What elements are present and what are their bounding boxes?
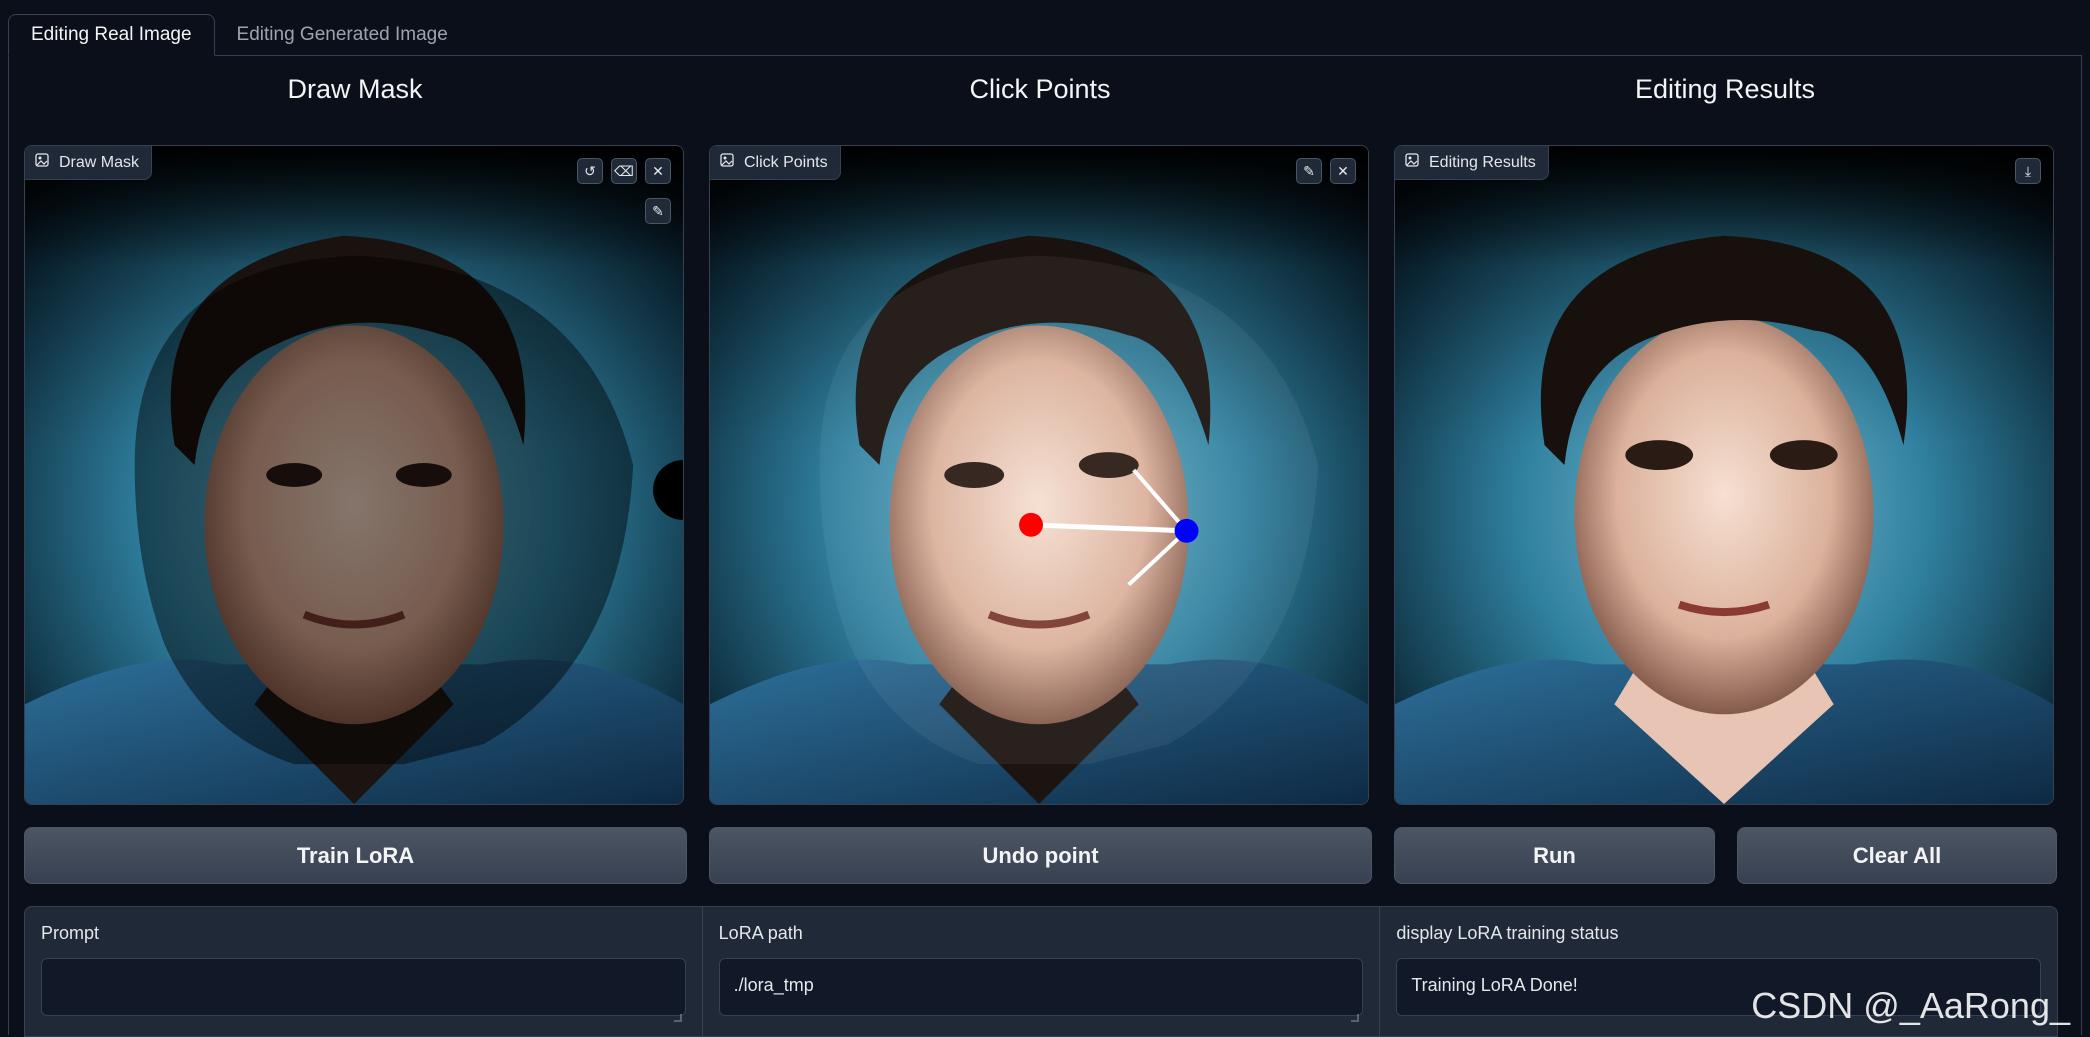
download-icon[interactable]: ⤓ — [2015, 158, 2041, 184]
portrait-image — [25, 146, 683, 804]
editing-results-image: Editing Results ⤓ — [1394, 145, 2054, 805]
draw-mask-toolbar: ↺ ⌫ ✕ — [577, 158, 671, 184]
editing-results-label-text: Editing Results — [1429, 153, 1536, 171]
editing-results-label: Editing Results — [1395, 146, 1549, 180]
click-points-title: Click Points — [969, 74, 1111, 104]
lora-path-input[interactable]: ./lora_tmp — [718, 958, 1364, 1016]
click-points-canvas[interactable]: Click Points ✎ ✕ — [709, 145, 1369, 805]
prompt-label: Prompt — [41, 923, 100, 943]
prompt-input[interactable] — [41, 958, 686, 1016]
train-lora-button[interactable]: Train LoRA — [24, 827, 687, 884]
resize-handle-icon[interactable] — [673, 1014, 682, 1022]
editing-results-toolbar: ⤓ — [2015, 158, 2041, 184]
draw-mask-title: Draw Mask — [287, 74, 423, 104]
click-points-toolbar: ✎ ✕ — [1296, 158, 1356, 184]
close-icon[interactable]: ✕ — [645, 158, 671, 184]
click-points-label-text: Click Points — [744, 153, 828, 171]
brush-icon[interactable]: ✎ — [645, 198, 671, 224]
undo-point-button[interactable]: Undo point — [709, 827, 1372, 884]
resize-handle-icon[interactable] — [1351, 1014, 1360, 1022]
tab-bar: Editing Real Image Editing Generated Ima… — [8, 14, 470, 56]
portrait-image — [710, 146, 1368, 804]
close-icon[interactable]: ✕ — [1330, 158, 1356, 184]
editing-results-title: Editing Results — [1634, 74, 1816, 104]
image-icon — [35, 153, 49, 172]
image-icon — [720, 153, 734, 172]
click-points-label: Click Points — [710, 146, 841, 180]
undo-icon[interactable]: ↺ — [577, 158, 603, 184]
watermark-text: CSDN @_AaRong_ — [1751, 985, 2070, 1026]
run-button[interactable]: Run — [1394, 827, 1715, 884]
lora-path-label: LoRA path — [718, 923, 803, 943]
edit-icon[interactable]: ✎ — [1296, 158, 1322, 184]
draw-mask-canvas[interactable]: Draw Mask ↺ ⌫ ✕ ✎ — [24, 145, 684, 805]
draw-mask-label: Draw Mask — [25, 146, 153, 180]
draw-mask-label-text: Draw Mask — [59, 153, 140, 171]
tab-editing-real-image[interactable]: Editing Real Image — [8, 14, 215, 56]
target-point[interactable] — [1174, 518, 1199, 543]
status-label: display LoRA training status — [1396, 923, 1619, 943]
tab-editing-generated-image[interactable]: Editing Generated Image — [215, 14, 470, 56]
handle-point[interactable] — [1019, 512, 1043, 537]
clear-all-button[interactable]: Clear All — [1737, 827, 2057, 884]
image-icon — [1405, 153, 1419, 172]
prompt-field: Prompt — [25, 907, 703, 1036]
portrait-image — [1395, 146, 2053, 804]
lora-path-field: LoRA path ./lora_tmp — [703, 907, 1381, 1036]
eraser-icon[interactable]: ⌫ — [611, 158, 637, 184]
